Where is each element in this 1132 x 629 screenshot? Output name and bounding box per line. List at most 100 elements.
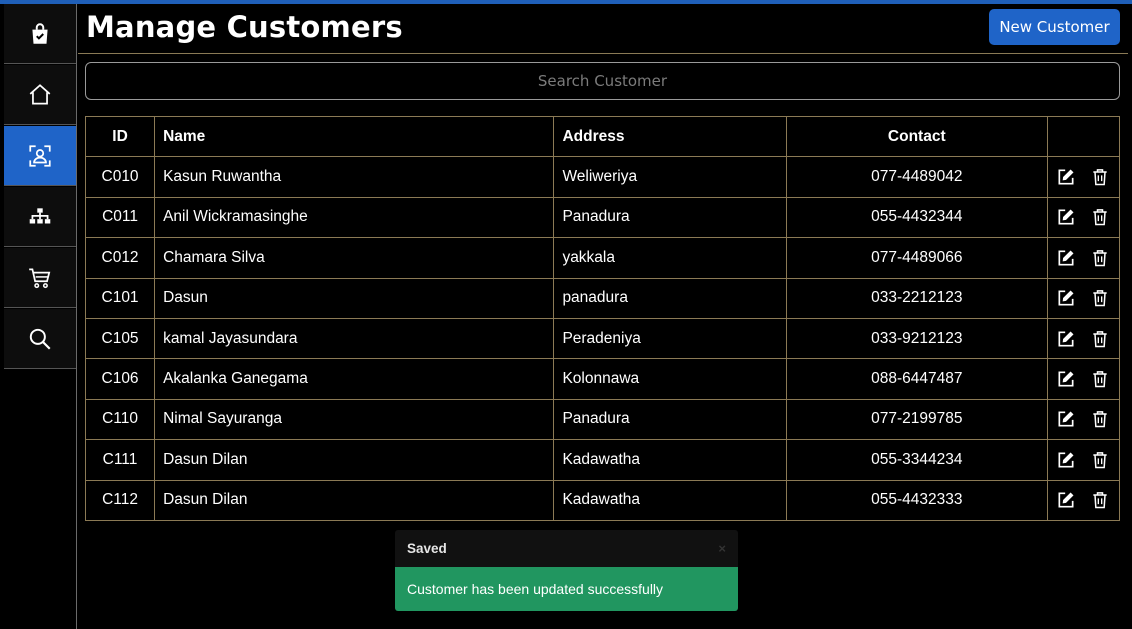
home-icon <box>29 83 51 105</box>
cell-name: Kasun Ruwantha <box>154 156 555 198</box>
edit-icon[interactable] <box>1056 369 1076 389</box>
page-title: Manage Customers <box>86 10 403 44</box>
cell-id: C101 <box>84 277 156 319</box>
table-row[interactable]: C112 Dasun Dilan Kadawatha 055-4432333 <box>84 479 1121 521</box>
cell-name: kamal Jayasundara <box>154 317 555 360</box>
cell-actions <box>1046 196 1121 239</box>
customer-icon <box>29 144 51 167</box>
header-actions <box>1046 115 1121 158</box>
toast-notification: Saved × Customer has been updated succes… <box>395 530 738 611</box>
cell-contact: 077-2199785 <box>785 398 1048 441</box>
trash-icon[interactable] <box>1090 369 1110 389</box>
edit-icon[interactable] <box>1056 490 1076 510</box>
toast-title: Saved <box>407 541 447 556</box>
edit-icon[interactable] <box>1056 329 1076 349</box>
edit-icon[interactable] <box>1056 409 1076 429</box>
trash-icon[interactable] <box>1090 450 1110 470</box>
header-contact: Contact <box>785 115 1048 158</box>
header-name: Name <box>154 115 555 158</box>
search-icon <box>29 328 51 350</box>
table-header-row: ID Name Address Contact <box>84 115 1121 158</box>
cell-actions <box>1046 317 1121 360</box>
sidebar-item-search[interactable] <box>4 309 76 369</box>
table-row[interactable]: C101 Dasun panadura 033-2212123 <box>84 277 1121 319</box>
trash-icon[interactable] <box>1090 409 1110 429</box>
edit-icon[interactable] <box>1056 167 1076 187</box>
cell-id: C010 <box>84 156 156 198</box>
cell-name: Dasun Dilan <box>154 439 555 481</box>
cell-name: Akalanka Ganegama <box>154 358 555 400</box>
table-row[interactable]: C110 Nimal Sayuranga Panadura 077-2199785 <box>84 398 1121 441</box>
toast-message: Customer has been updated successfully <box>395 567 738 611</box>
edit-icon[interactable] <box>1056 248 1076 268</box>
cell-actions <box>1046 156 1121 198</box>
table-row[interactable]: C012 Chamara Silva yakkala 077-4489066 <box>84 237 1121 279</box>
cell-id: C111 <box>84 439 156 481</box>
cell-address: Kadawatha <box>553 439 787 481</box>
sidebar <box>4 4 77 629</box>
cell-name: Dasun Dilan <box>154 479 555 521</box>
cell-id: C011 <box>84 196 156 239</box>
trash-icon[interactable] <box>1090 248 1110 268</box>
edit-icon[interactable] <box>1056 450 1076 470</box>
cell-actions <box>1046 277 1121 319</box>
cell-id: C106 <box>84 358 156 400</box>
edit-icon[interactable] <box>1056 207 1076 227</box>
cell-address: Panadura <box>553 196 787 239</box>
cart-icon <box>29 267 51 288</box>
cell-name: Chamara Silva <box>154 237 555 279</box>
header-id: ID <box>84 115 156 158</box>
main-content: Manage Customers New Customer ID Name Ad… <box>78 4 1128 629</box>
cell-actions <box>1046 237 1121 279</box>
table-row[interactable]: C011 Anil Wickramasinghe Panadura 055-44323… <box>84 196 1121 239</box>
cell-address: Kadawatha <box>553 479 787 521</box>
cell-contact: 055-4432344 <box>785 196 1048 239</box>
toast-header: Saved × <box>395 530 738 567</box>
cell-address: Weliweriya <box>553 156 787 198</box>
cell-address: Kolonnawa <box>553 358 787 400</box>
cell-contact: 033-9212123 <box>785 317 1048 360</box>
sidebar-item-hierarchy[interactable] <box>4 187 76 247</box>
cell-address: Panadura <box>553 398 787 441</box>
cell-address: panadura <box>553 277 787 319</box>
trash-icon[interactable] <box>1090 167 1110 187</box>
cell-name: Dasun <box>154 277 555 319</box>
sidebar-item-shop[interactable] <box>4 4 76 64</box>
cell-id: C105 <box>84 317 156 360</box>
cell-contact: 055-3344234 <box>785 439 1048 481</box>
title-divider <box>78 53 1128 54</box>
cell-id: C012 <box>84 237 156 279</box>
table-row[interactable]: C010 Kasun Ruwantha Weliweriya 077-4489042 <box>84 156 1121 198</box>
edit-icon[interactable] <box>1056 288 1076 308</box>
cell-contact: 033-2212123 <box>785 277 1048 319</box>
cell-actions <box>1046 358 1121 400</box>
cell-name: Anil Wickramasinghe <box>154 196 555 239</box>
org-chart-icon <box>29 207 51 223</box>
trash-icon[interactable] <box>1090 490 1110 510</box>
new-customer-button[interactable]: New Customer <box>989 9 1120 45</box>
customers-table: ID Name Address Contact C010 Kasun Ruwant… <box>84 115 1121 521</box>
trash-icon[interactable] <box>1090 207 1110 227</box>
sidebar-item-cart[interactable] <box>4 248 76 308</box>
cell-actions <box>1046 479 1121 521</box>
cell-address: Peradeniya <box>553 317 787 360</box>
trash-icon[interactable] <box>1090 329 1110 349</box>
cell-contact: 077-4489066 <box>785 237 1048 279</box>
trash-icon[interactable] <box>1090 288 1110 308</box>
cell-contact: 055-4432333 <box>785 479 1048 521</box>
table-row[interactable]: C105 kamal Jayasundara Peradeniya 033-92121… <box>84 317 1121 360</box>
table-body: C010 Kasun Ruwantha Weliweriya 077-4489042 C… <box>84 156 1121 521</box>
cell-actions <box>1046 398 1121 441</box>
sidebar-item-home[interactable] <box>4 65 76 125</box>
cell-address: yakkala <box>553 237 787 279</box>
table-row[interactable]: C106 Akalanka Ganegama Kolonnawa 088-644748… <box>84 358 1121 400</box>
search-input[interactable] <box>85 62 1120 100</box>
shop-bag-icon <box>32 22 48 44</box>
table-row[interactable]: C111 Dasun Dilan Kadawatha 055-3344234 <box>84 439 1121 481</box>
cell-contact: 088-6447487 <box>785 358 1048 400</box>
cell-actions <box>1046 439 1121 481</box>
cell-id: C110 <box>84 398 156 441</box>
toast-close-button[interactable]: × <box>718 541 726 556</box>
sidebar-item-customers[interactable] <box>4 126 76 186</box>
cell-name: Nimal Sayuranga <box>154 398 555 441</box>
